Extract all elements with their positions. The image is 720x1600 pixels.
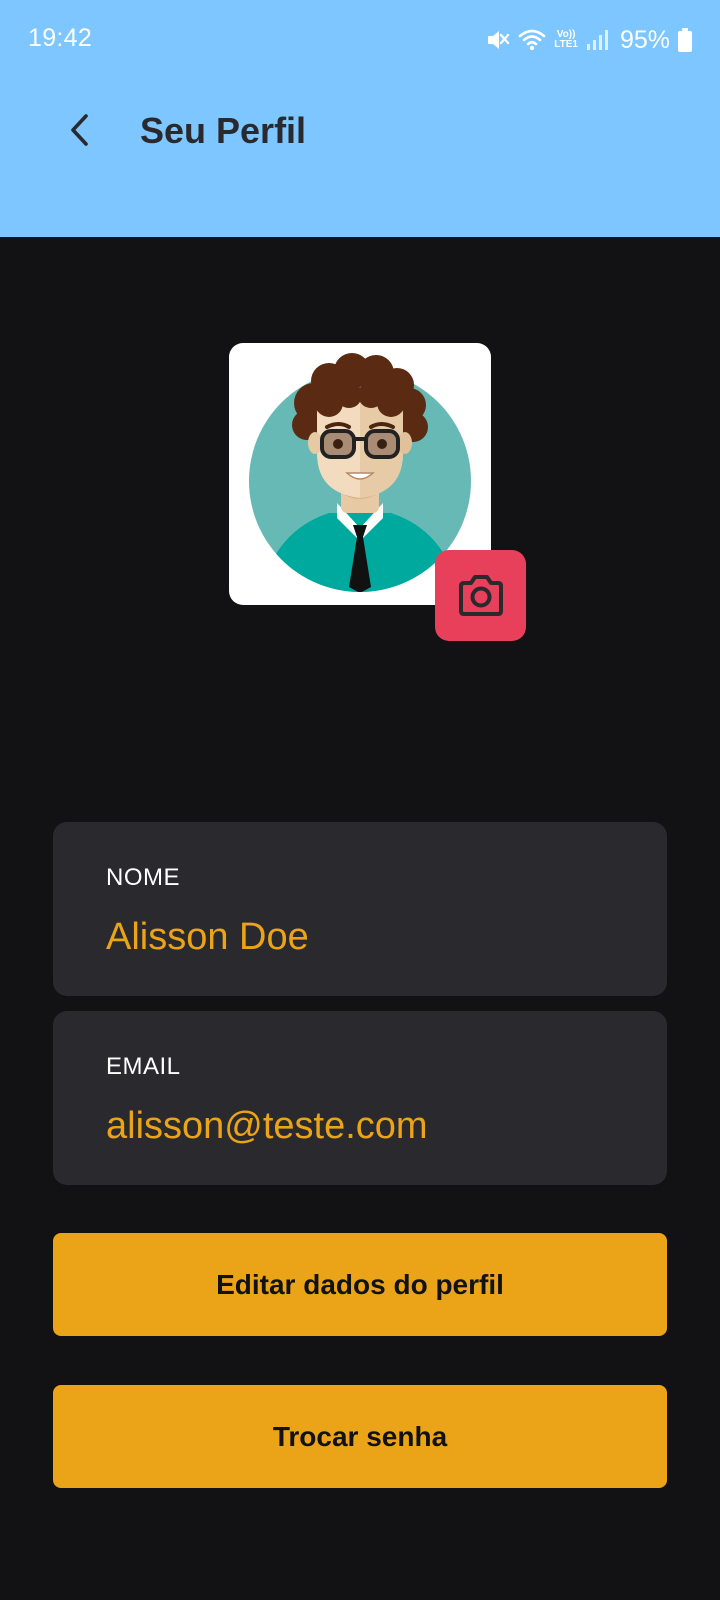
edit-profile-button[interactable]: Editar dados do perfil [53, 1233, 667, 1336]
email-value: alisson@teste.com [106, 1105, 428, 1147]
status-icons: Vo)) LTE1 95% [484, 22, 692, 58]
page-title: Seu Perfil [140, 110, 307, 151]
chevron-left-icon [71, 114, 88, 146]
signal-icon [586, 29, 608, 51]
camera-icon [458, 574, 503, 616]
back-button[interactable] [58, 108, 102, 152]
header: 19:42 Vo)) LTE1 95% Seu Perfil [0, 0, 720, 237]
change-photo-button[interactable] [435, 550, 526, 641]
email-field: EMAIL alisson@teste.com [53, 1011, 667, 1185]
name-field: NOME Alisson Doe [53, 822, 667, 996]
network-type-icon: Vo)) LTE1 [554, 29, 578, 50]
email-label: EMAIL [106, 1053, 181, 1080]
name-value: Alisson Doe [106, 916, 309, 958]
battery-percent: 95% [619, 25, 670, 54]
change-password-button[interactable]: Trocar senha [53, 1385, 667, 1488]
wifi-icon [518, 28, 546, 52]
mute-icon [484, 27, 510, 53]
status-time: 19:42 [28, 24, 93, 52]
name-label: NOME [106, 864, 180, 891]
battery-icon [678, 28, 692, 52]
